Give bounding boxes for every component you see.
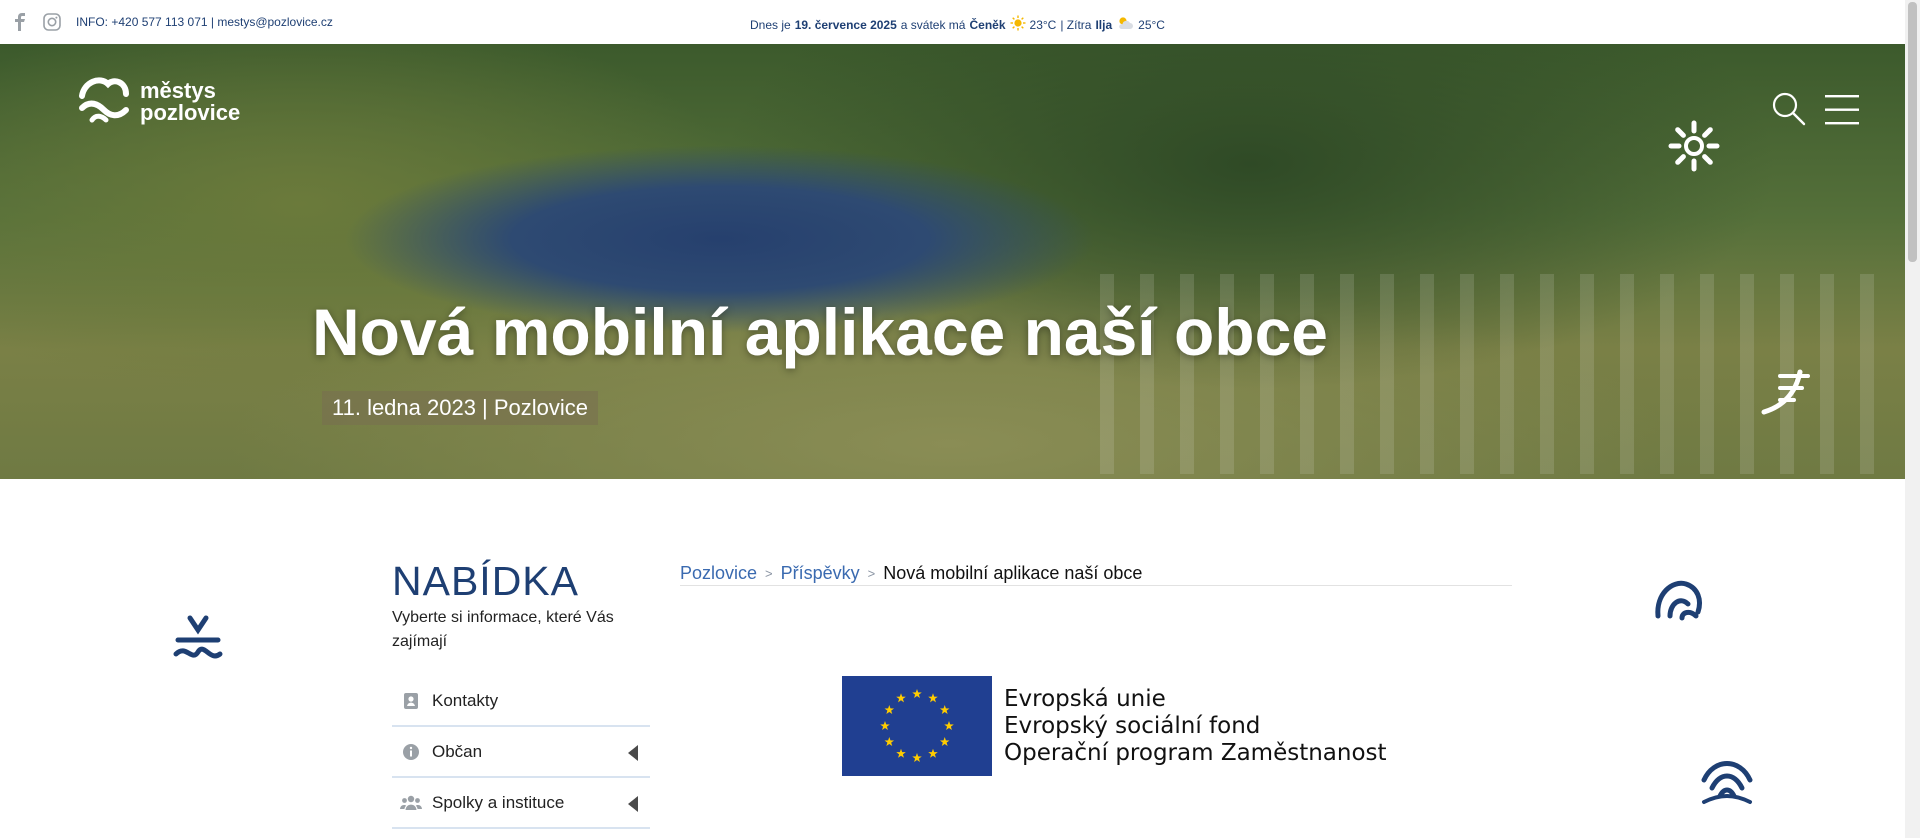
search-icon[interactable] — [1772, 92, 1806, 131]
facebook-icon[interactable] — [9, 11, 31, 33]
menu-item-obcan[interactable]: Občan — [392, 727, 650, 778]
eu-star-icon — [896, 693, 906, 703]
partly-cloudy-icon — [1116, 15, 1134, 34]
weather-sep: | Zítra — [1060, 17, 1092, 32]
hero-banner: městys pozlovice Nová mobilní aplikace n… — [0, 44, 1905, 479]
eu-star-icon — [884, 737, 895, 747]
eu-star-icon — [884, 705, 895, 715]
eu-star-icon — [928, 748, 938, 758]
sun-icon — [1010, 15, 1026, 34]
eu-funding-logo: Evropská unie Evropský sociální fond Ope… — [842, 676, 1387, 776]
hero-title: Nová mobilní aplikace naší obce — [312, 295, 1329, 369]
menu-item-label: Spolky a instituce — [432, 792, 565, 812]
contact-card-icon — [400, 690, 422, 712]
breadcrumb-separator: > — [765, 565, 773, 581]
eu-line-1: Evropská unie — [1004, 685, 1166, 712]
breadcrumb-current: Nová mobilní aplikace naší obce — [883, 562, 1143, 583]
eu-line-3: Operační program Zaměstnanost — [1004, 739, 1387, 766]
weather-info: Dnes je 19. července 2025 a svátek má Če… — [750, 15, 1165, 34]
waves-deco-icon — [1760, 362, 1824, 423]
nameday-today: Čeněk — [969, 17, 1006, 32]
logo-text: městys pozlovice — [140, 79, 241, 125]
eu-flag-icon — [842, 676, 992, 776]
temp-today: 23°C — [1029, 17, 1057, 32]
eu-star-icon — [896, 748, 906, 758]
breadcrumb-link-posts[interactable]: Příspěvky — [781, 563, 860, 584]
signal-deco-icon — [1700, 756, 1754, 811]
eu-star-icon — [880, 721, 890, 731]
scrollbar-thumb[interactable] — [1908, 2, 1917, 262]
weather-date: 19. července 2025 — [794, 17, 897, 32]
eu-star-icon — [912, 753, 922, 763]
eu-star-icon — [944, 721, 954, 731]
weather-mid: a svátek má — [900, 17, 966, 32]
breadcrumb-link-home[interactable]: Pozlovice — [680, 563, 757, 584]
cloud-deco-icon — [1652, 570, 1706, 627]
breadcrumb-separator: > — [867, 565, 876, 581]
figure-deco-icon — [172, 614, 224, 671]
sun-deco-icon — [1668, 120, 1720, 177]
eu-star-icon — [939, 737, 950, 747]
contact-info[interactable]: INFO: +420 577 113 071 | mestys@pozlovic… — [76, 15, 333, 29]
eu-logo-text: Evropská unie Evropský sociální fond Ope… — [1004, 686, 1387, 767]
instagram-icon[interactable] — [41, 11, 63, 33]
breadcrumb: Pozlovice > Příspěvky > Nová mobilní apl… — [680, 561, 1512, 586]
caret-left-icon[interactable] — [628, 745, 638, 766]
side-menu: Kontakty Občan Spolky a instituce — [392, 676, 650, 829]
menu-item-label: Kontakty — [432, 690, 499, 710]
menu-item-label: Občan — [432, 741, 483, 761]
temp-tomorrow: 25°C — [1138, 17, 1165, 32]
caret-left-icon[interactable] — [628, 796, 638, 817]
menu-item-kontakty[interactable]: Kontakty — [392, 676, 650, 727]
hero-meta: 11. ledna 2023 | Pozlovice — [322, 391, 599, 425]
menu-hamburger-icon[interactable] — [1825, 94, 1859, 131]
users-icon — [400, 792, 422, 814]
eu-line-2: Evropský sociální fond — [1004, 712, 1261, 739]
menu-item-spolky[interactable]: Spolky a instituce — [392, 778, 650, 829]
eu-star-icon — [939, 705, 950, 715]
menu-subtitle: Vyberte si informace, které Vás zajímají — [392, 609, 614, 650]
info-icon — [400, 741, 422, 763]
eu-star-icon — [928, 693, 938, 703]
eu-star-icon — [912, 689, 922, 699]
top-bar: INFO: +420 577 113 071 | mestys@pozlovic… — [0, 0, 1905, 44]
menu-title: NABÍDKA — [392, 558, 579, 604]
nameday-tomorrow: Ilja — [1095, 17, 1113, 32]
weather-prefix: Dnes je — [750, 17, 791, 32]
logo-icon — [78, 74, 130, 129]
site-logo[interactable]: městys pozlovice — [78, 74, 240, 129]
logo-line-2: pozlovice — [140, 99, 241, 125]
